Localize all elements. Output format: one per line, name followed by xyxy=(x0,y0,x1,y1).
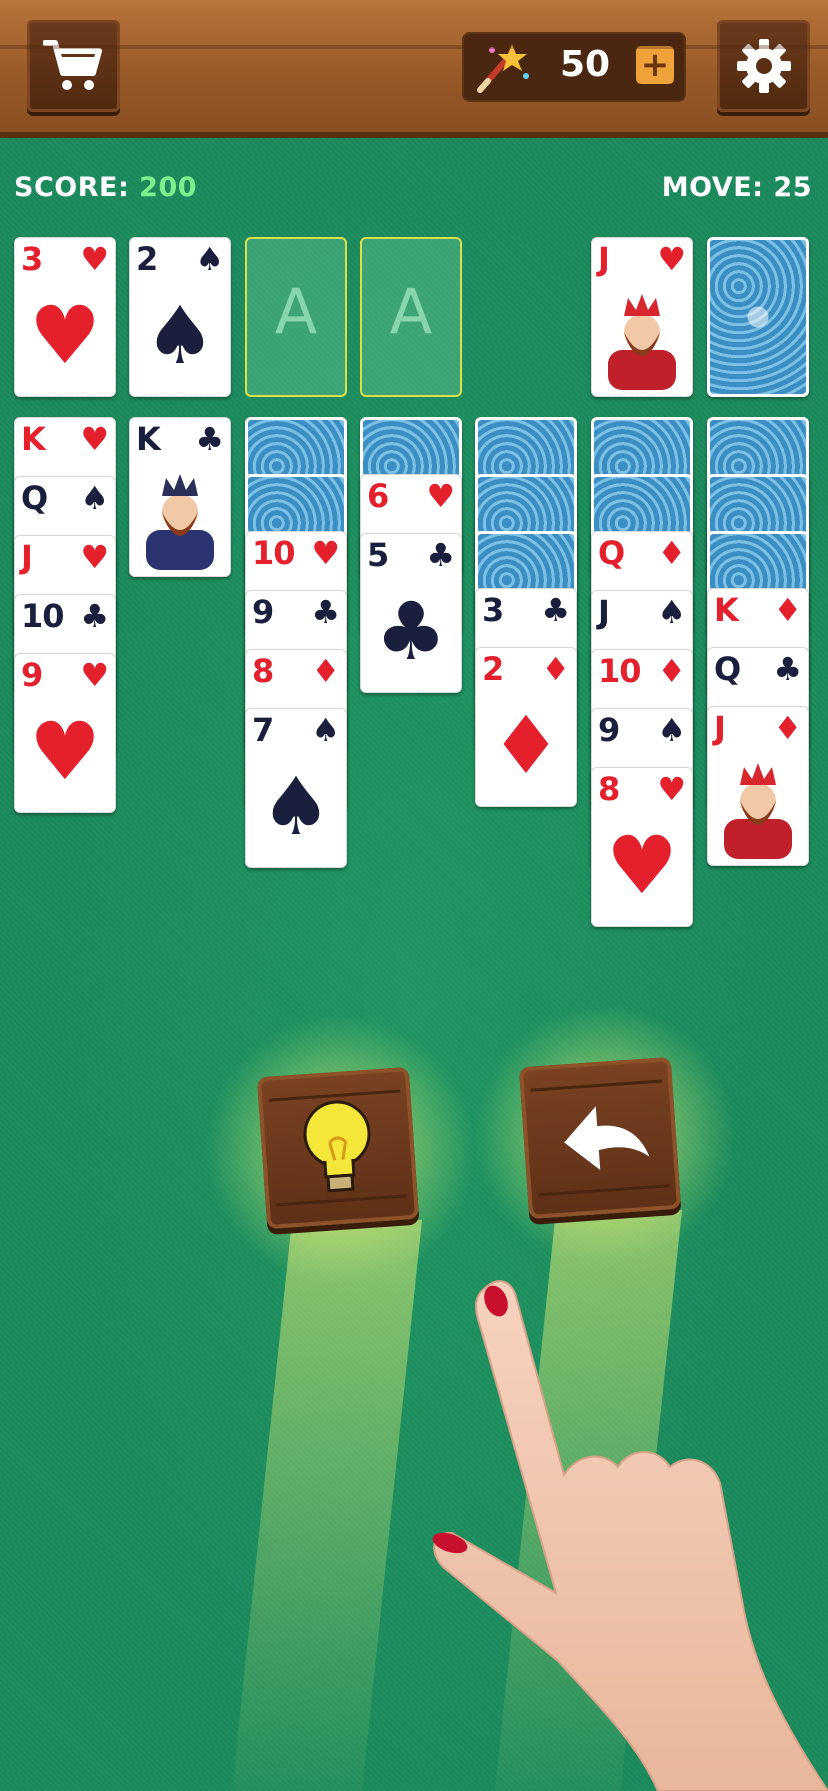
card-rank: J xyxy=(598,593,610,631)
card-rank: 3 xyxy=(21,240,43,278)
card-suit: ♣ xyxy=(541,591,570,629)
card-rank: 6 xyxy=(367,477,389,515)
settings-button[interactable] xyxy=(717,20,810,112)
card-rank: 7 xyxy=(252,711,274,749)
lightbulb-icon xyxy=(303,1100,371,1193)
shop-button[interactable] xyxy=(27,20,120,112)
card-suit: ♦ xyxy=(657,652,686,690)
card-rank: J xyxy=(714,709,726,747)
stock-pile[interactable] xyxy=(707,237,809,397)
card-suit: ♥ xyxy=(80,538,109,576)
coin-amount: 50 xyxy=(560,44,611,85)
card-suit: ♥ xyxy=(657,770,686,808)
card-suit: ♦ xyxy=(311,652,340,690)
playing-card[interactable]: 2 ♠ ♠ xyxy=(129,237,231,397)
move-display: MOVE: 25 xyxy=(662,172,812,203)
card-suit: ♦ xyxy=(657,534,686,572)
card-suit: ♥ xyxy=(80,656,109,694)
court-card-art xyxy=(130,460,230,576)
card-rank: Q xyxy=(714,650,741,688)
top-bar: 50 + xyxy=(0,0,828,138)
coin-wallet: 50 + xyxy=(462,32,686,102)
move-label: MOVE: xyxy=(661,172,774,203)
card-center-suit: ♠ xyxy=(144,289,216,382)
move-value: 25 xyxy=(773,172,812,203)
card-suit: ♠ xyxy=(657,711,686,749)
card-suit: ♥ xyxy=(80,240,109,278)
card-rank: 5 xyxy=(367,536,389,574)
score-display: SCORE: 200 xyxy=(14,172,197,203)
card-suit: ♣ xyxy=(773,650,802,688)
card-center-suit: ♥ xyxy=(29,289,101,382)
card-rank: 2 xyxy=(482,650,504,688)
card-rank: K xyxy=(136,420,161,458)
playing-card[interactable]: 2 ♦ ♦ xyxy=(475,647,577,807)
card-rank: Q xyxy=(598,534,625,572)
card-center-suit: ♠ xyxy=(260,760,332,853)
card-rank: K xyxy=(21,420,46,458)
card-rank: 8 xyxy=(252,652,274,690)
foundation-slot[interactable]: A xyxy=(245,237,347,397)
card-rank: 9 xyxy=(21,656,43,694)
card-center-suit: ♣ xyxy=(375,585,447,678)
card-rank: 10 xyxy=(252,534,296,572)
card-center-suit: ♥ xyxy=(606,819,678,912)
card-suit: ♥ xyxy=(311,534,340,572)
playing-card[interactable]: 9 ♥ ♥ xyxy=(14,653,116,813)
card-rank: Q xyxy=(21,479,48,517)
card-rank: J xyxy=(21,538,33,576)
card-rank: 10 xyxy=(21,597,65,635)
card-suit: ♠ xyxy=(80,479,109,517)
foundation-slot[interactable]: A xyxy=(360,237,462,397)
card-rank: 9 xyxy=(598,711,620,749)
magic-wand-icon xyxy=(477,44,529,93)
card-suit: ♦ xyxy=(541,650,570,688)
card-suit: ♦ xyxy=(773,709,802,747)
card-suit: ♥ xyxy=(657,240,686,278)
playing-card[interactable]: 5 ♣ ♣ xyxy=(360,533,462,693)
card-rank: 10 xyxy=(598,652,642,690)
card-rank: 2 xyxy=(136,240,158,278)
undo-button[interactable] xyxy=(518,1056,682,1220)
card-suit: ♥ xyxy=(426,477,455,515)
hint-button[interactable] xyxy=(256,1066,420,1230)
shopping-cart-icon xyxy=(42,40,102,90)
playing-card[interactable]: 7 ♠ ♠ xyxy=(245,708,347,868)
pointing-hand-icon xyxy=(432,1280,828,1791)
card-center-suit: ♦ xyxy=(490,699,562,792)
card-suit: ♣ xyxy=(195,420,224,458)
score-label: SCORE: xyxy=(14,172,140,203)
add-coins-button[interactable]: + xyxy=(636,46,674,84)
court-card-art xyxy=(592,280,692,396)
card-rank: 9 xyxy=(252,593,274,631)
score-value: 200 xyxy=(139,172,198,203)
foundation-placeholder: A xyxy=(389,275,433,348)
card-rank: J xyxy=(598,240,610,278)
playing-card[interactable]: 8 ♥ ♥ xyxy=(591,767,693,927)
card-suit: ♠ xyxy=(311,711,340,749)
gear-icon xyxy=(736,39,791,93)
foundation-placeholder: A xyxy=(274,275,318,348)
undo-arrow-icon xyxy=(564,1106,650,1171)
playing-card[interactable]: J ♦ xyxy=(707,706,809,866)
card-suit: ♣ xyxy=(80,597,109,635)
card-suit: ♦ xyxy=(773,591,802,629)
playing-card[interactable]: 3 ♥ ♥ xyxy=(14,237,116,397)
playing-card[interactable]: K ♣ xyxy=(129,417,231,577)
card-rank: 3 xyxy=(482,591,504,629)
card-suit: ♣ xyxy=(311,593,340,631)
card-suit: ♠ xyxy=(195,240,224,278)
card-rank: 8 xyxy=(598,770,620,808)
card-rank: K xyxy=(714,591,739,629)
playing-card[interactable]: J ♥ xyxy=(591,237,693,397)
court-card-art xyxy=(708,749,808,865)
card-suit: ♥ xyxy=(80,420,109,458)
card-suit: ♠ xyxy=(657,593,686,631)
card-suit: ♣ xyxy=(426,536,455,574)
card-center-suit: ♥ xyxy=(29,705,101,798)
